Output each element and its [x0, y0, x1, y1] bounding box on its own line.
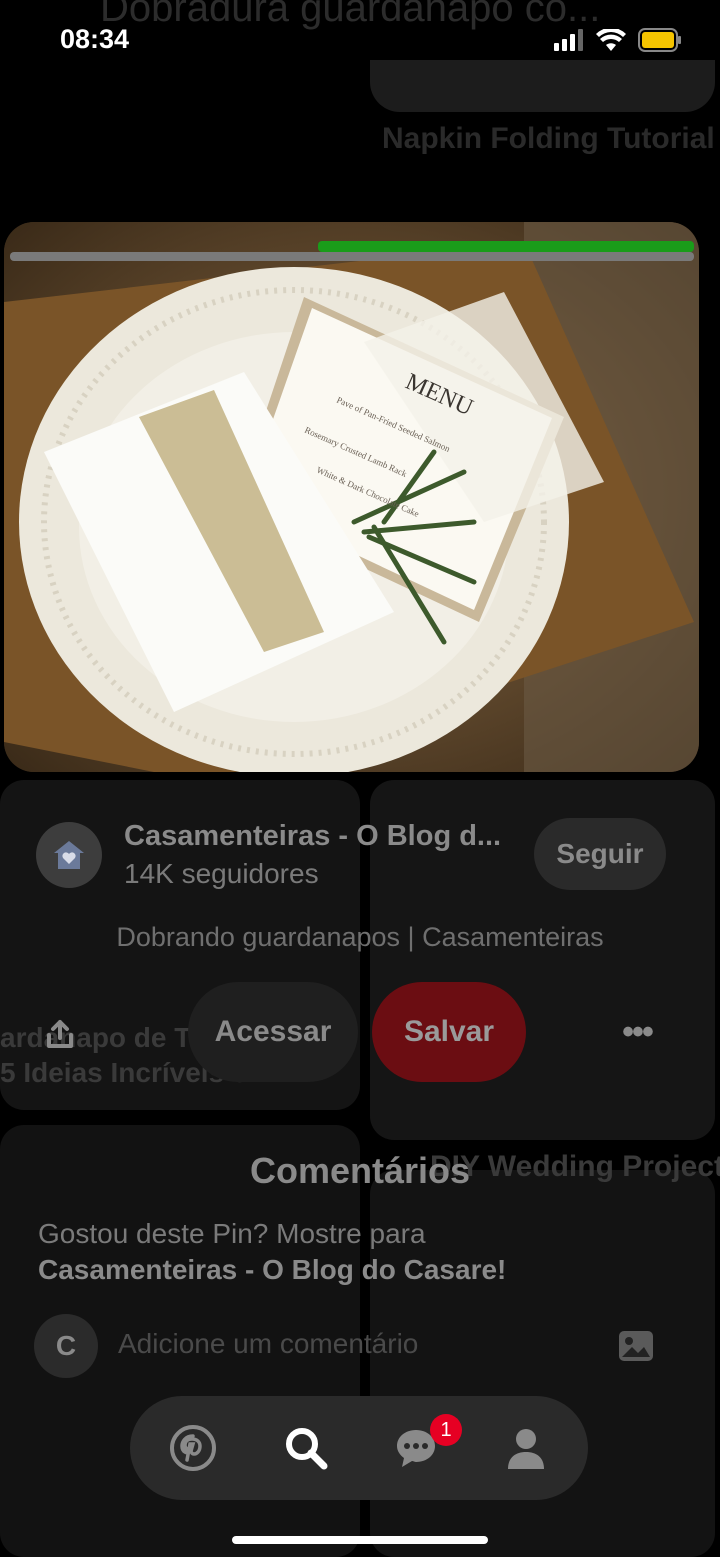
- status-time: 08:34: [60, 24, 130, 54]
- status-icons: [554, 26, 682, 54]
- creator-avatar[interactable]: [36, 822, 102, 888]
- messages-badge: 1: [430, 1414, 462, 1446]
- save-button[interactable]: Salvar: [372, 982, 526, 1082]
- comment-input[interactable]: Adicione um comentário: [118, 1328, 418, 1360]
- visit-button[interactable]: Acessar: [188, 982, 358, 1082]
- more-options-button[interactable]: •••: [612, 1012, 662, 1052]
- nav-messages[interactable]: 1: [390, 1414, 462, 1474]
- background-card-top: [370, 60, 715, 112]
- comments-title: Comentários: [249, 1150, 471, 1191]
- share-button[interactable]: [38, 1012, 82, 1056]
- image-icon: [619, 1331, 653, 1361]
- nav-home[interactable]: [167, 1422, 219, 1474]
- search-icon: [286, 1428, 328, 1470]
- battery-icon: [638, 28, 681, 52]
- nav-profile[interactable]: [500, 1422, 552, 1474]
- creator-name[interactable]: Casamenteiras - O Blog d...: [124, 820, 501, 853]
- wifi-icon: [596, 29, 626, 51]
- story-progress-fill: [318, 241, 694, 252]
- image-attach-button[interactable]: [618, 1330, 654, 1362]
- profile-icon: [508, 1429, 544, 1469]
- nav-search[interactable]: [280, 1422, 332, 1474]
- background-board-title: Napkin Folding Tutorial: [382, 122, 715, 155]
- follow-button[interactable]: Seguir: [534, 818, 666, 890]
- pin-image[interactable]: MENU Pave of Pan-Fried Seeded Salmon Ros…: [4, 222, 699, 772]
- comments-prompt-line2: Casamenteiras - O Blog do Casare!: [38, 1254, 507, 1285]
- pinterest-home-icon: [170, 1425, 216, 1471]
- house-heart-icon: [54, 841, 84, 869]
- home-indicator[interactable]: [232, 1536, 488, 1544]
- comment-user-avatar: C: [34, 1314, 98, 1378]
- signal-icon: [554, 29, 583, 51]
- background-search-query: Dobradura guardanapo co...: [100, 0, 601, 30]
- share-icon: [47, 1020, 73, 1048]
- story-progress-track: [10, 252, 694, 261]
- creator-followers: 14K seguidores: [124, 858, 319, 889]
- comments-prompt-line1: Gostou deste Pin? Mostre para: [38, 1218, 426, 1249]
- pin-photo: MENU Pave of Pan-Fried Seeded Salmon Ros…: [4, 222, 699, 772]
- bottom-navigation: 1: [130, 1396, 588, 1500]
- pin-title: Dobrando guardanapos | Casamenteiras: [116, 922, 604, 952]
- comments-prompt: Gostou deste Pin? Mostre para Casamentei…: [38, 1216, 506, 1288]
